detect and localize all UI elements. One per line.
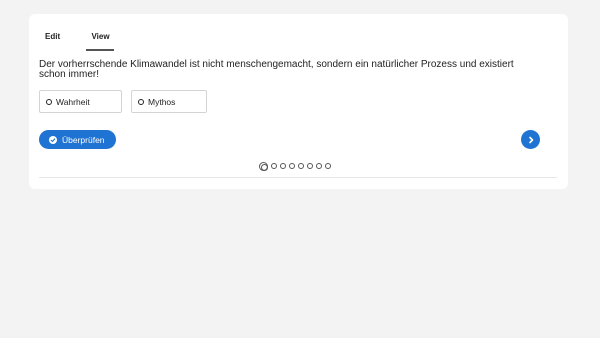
chevron-right-icon — [527, 131, 535, 149]
pagination-dot[interactable] — [307, 163, 313, 169]
pagination-dot[interactable] — [271, 163, 277, 169]
pagination-dot[interactable] — [298, 163, 304, 169]
answer-label: Wahrheit — [56, 96, 90, 107]
radio-icon — [138, 98, 144, 105]
quiz-card: Edit View Der vorherrschende Klimawandel… — [29, 14, 568, 189]
radio-icon — [46, 98, 52, 105]
pagination-dots — [259, 161, 334, 171]
pagination-dot[interactable] — [259, 161, 268, 171]
check-button-label: Überprüfen — [62, 134, 105, 145]
tab-edit[interactable]: Edit — [45, 32, 61, 50]
divider — [39, 177, 557, 178]
pagination-dot[interactable] — [280, 163, 286, 169]
pagination-dot[interactable] — [325, 163, 331, 169]
pagination-dot[interactable] — [316, 163, 322, 169]
next-button[interactable] — [521, 130, 540, 149]
question-text: Der vorherrschende Klimawandel ist nicht… — [39, 59, 514, 80]
tab-view[interactable]: View — [86, 32, 114, 51]
answer-option-wahrheit[interactable]: Wahrheit — [39, 90, 122, 113]
check-circle-icon — [49, 135, 57, 144]
answer-label: Mythos — [148, 96, 176, 107]
answer-option-mythos[interactable]: Mythos — [131, 90, 207, 113]
pagination-dot[interactable] — [289, 163, 295, 169]
mode-tabs: Edit View — [45, 32, 114, 52]
check-button[interactable]: Überprüfen — [39, 130, 116, 149]
